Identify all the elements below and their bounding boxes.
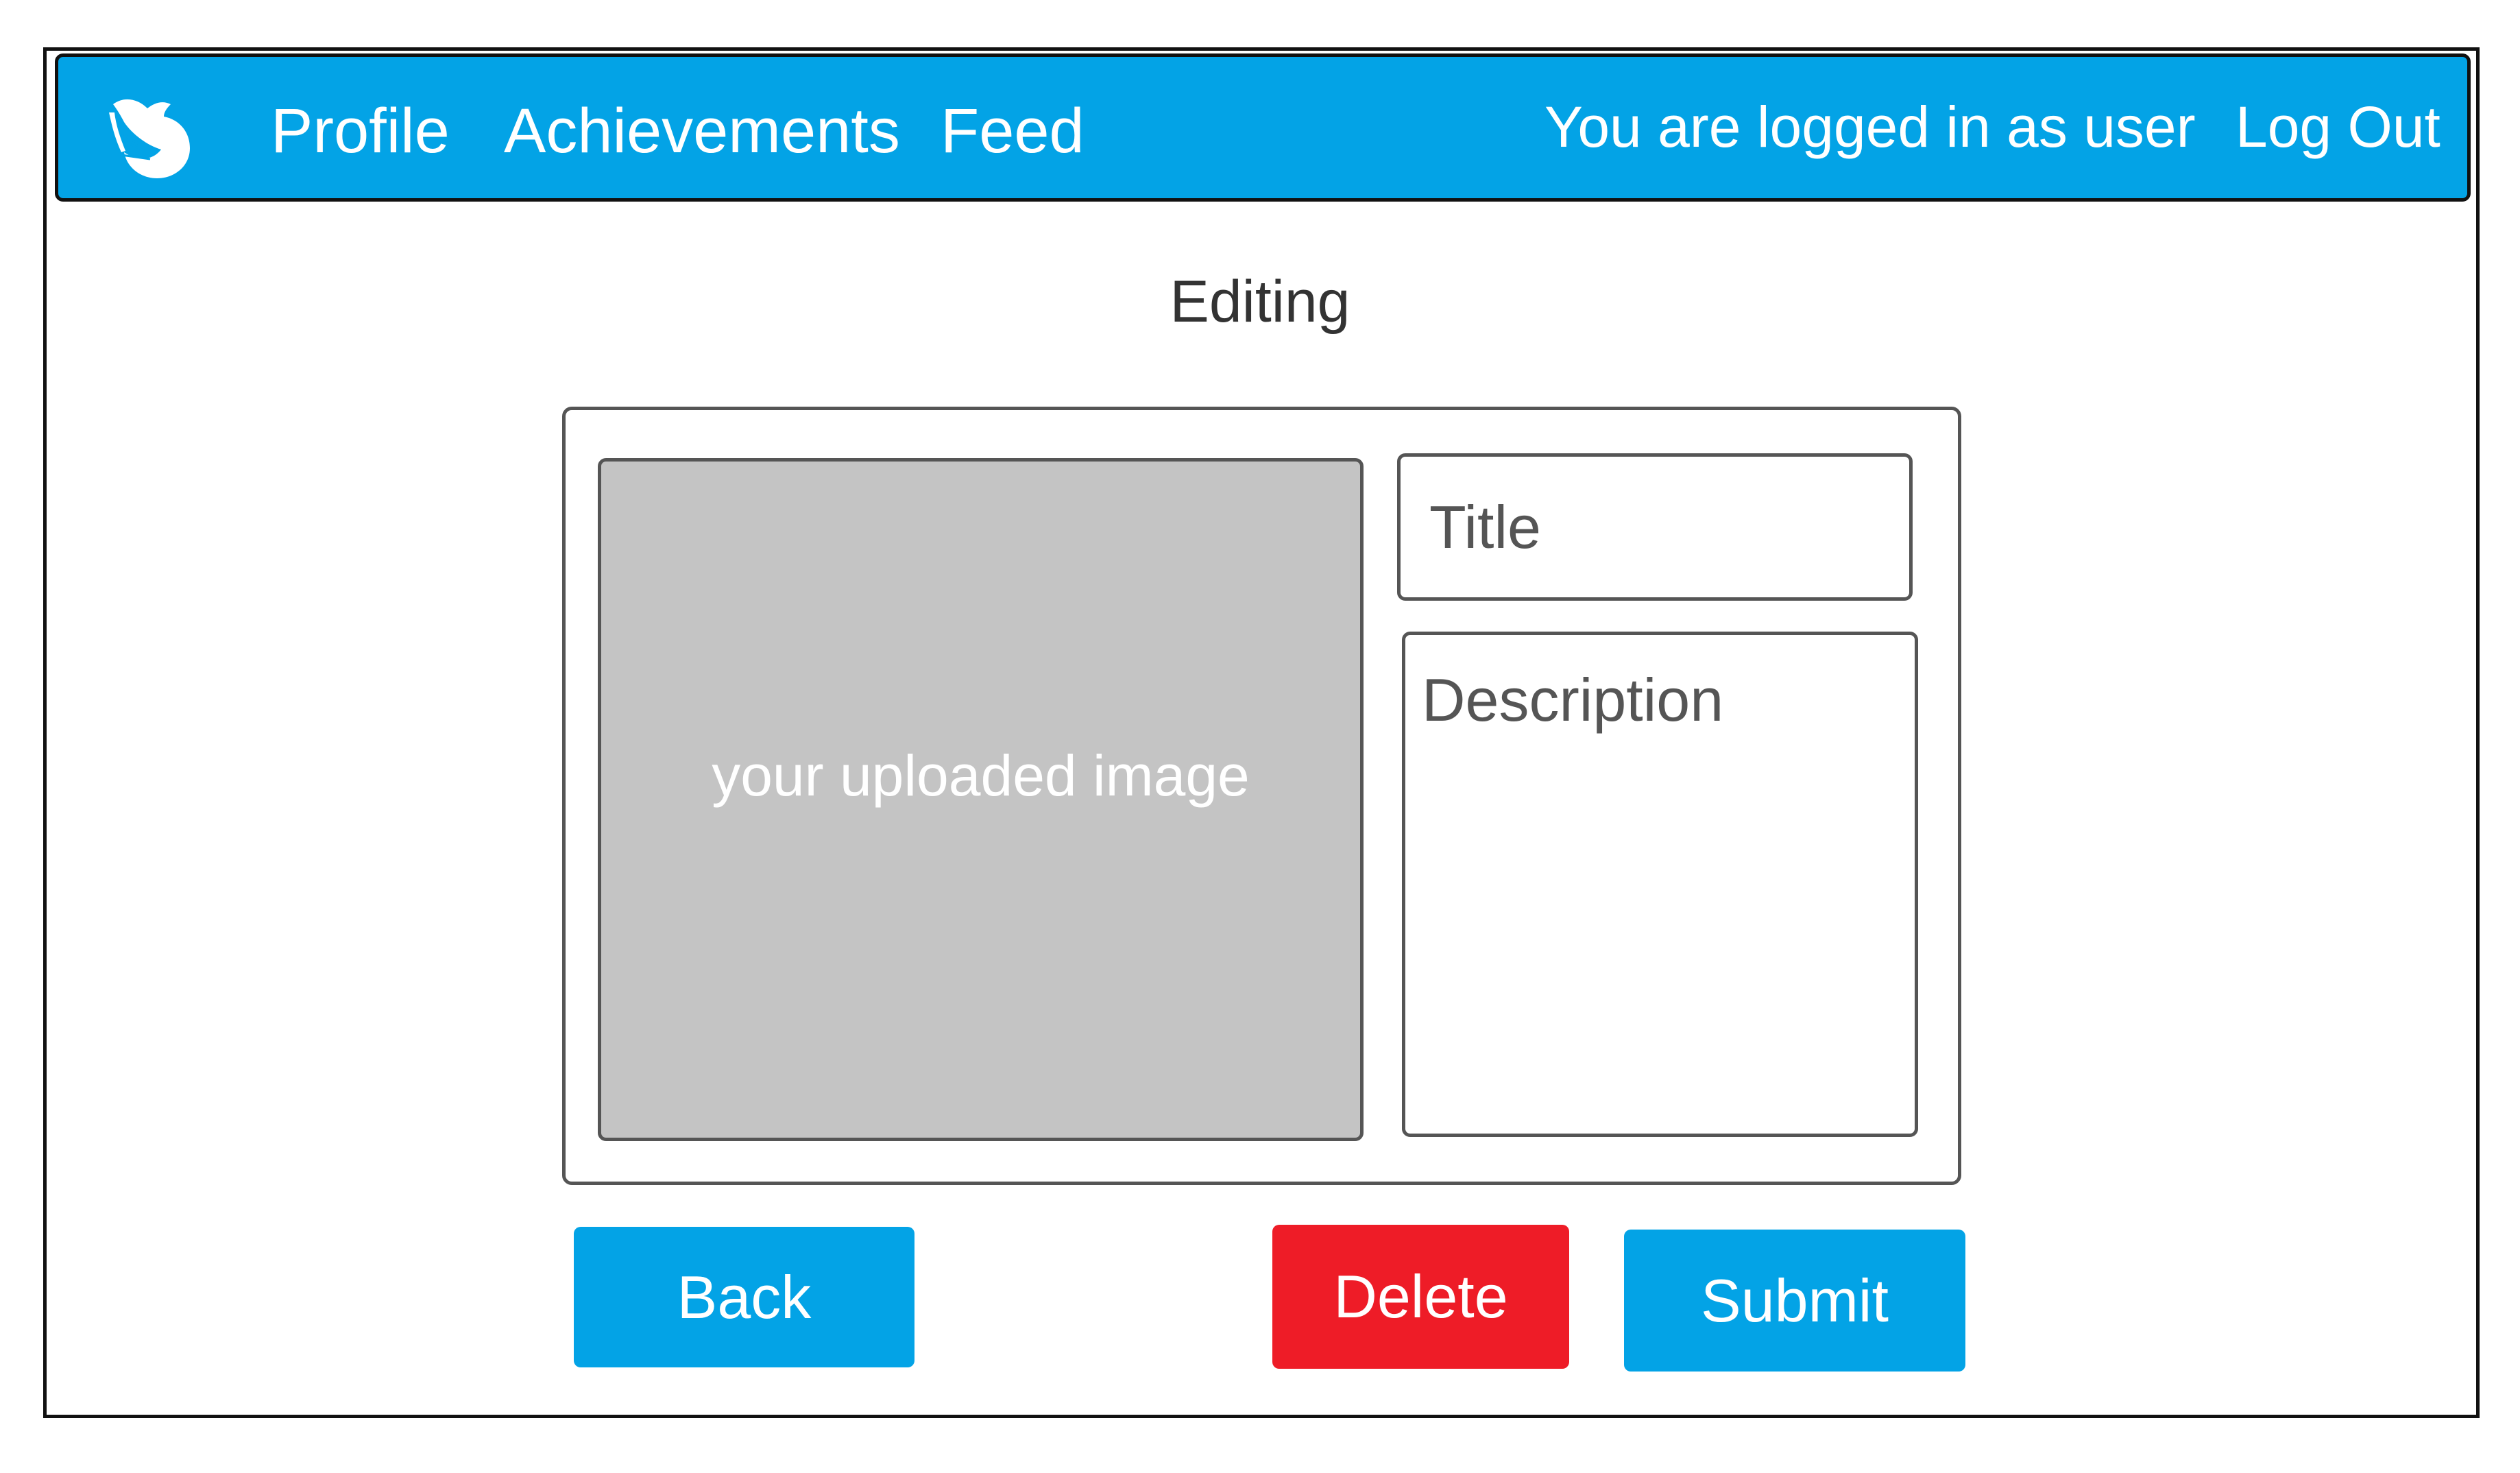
description-placeholder: Description [1422,666,1724,734]
logout-link[interactable]: Log Out [2236,86,2440,168]
nav-link-achievements[interactable]: Achievements [504,90,900,172]
submit-button[interactable]: Submit [1624,1230,1965,1372]
description-textarea[interactable]: Description [1402,632,1918,1137]
page-title: Editing [1170,269,1350,335]
back-button[interactable]: Back [574,1227,914,1367]
title-placeholder: Title [1429,493,1541,561]
nav-link-feed[interactable]: Feed [941,90,1085,172]
title-input[interactable]: Title [1397,453,1913,601]
nav-link-profile[interactable]: Profile [271,90,450,172]
login-status-text: You are logged in as user [1544,95,2196,159]
delete-button[interactable]: Delete [1272,1225,1569,1369]
image-placeholder-text: your uploaded image [712,743,1250,808]
top-navbar: Profile Achievements Feed You are logged… [55,53,2471,202]
uploaded-image-placeholder[interactable]: your uploaded image [598,458,1364,1141]
bird-logo-icon[interactable] [105,89,198,180]
